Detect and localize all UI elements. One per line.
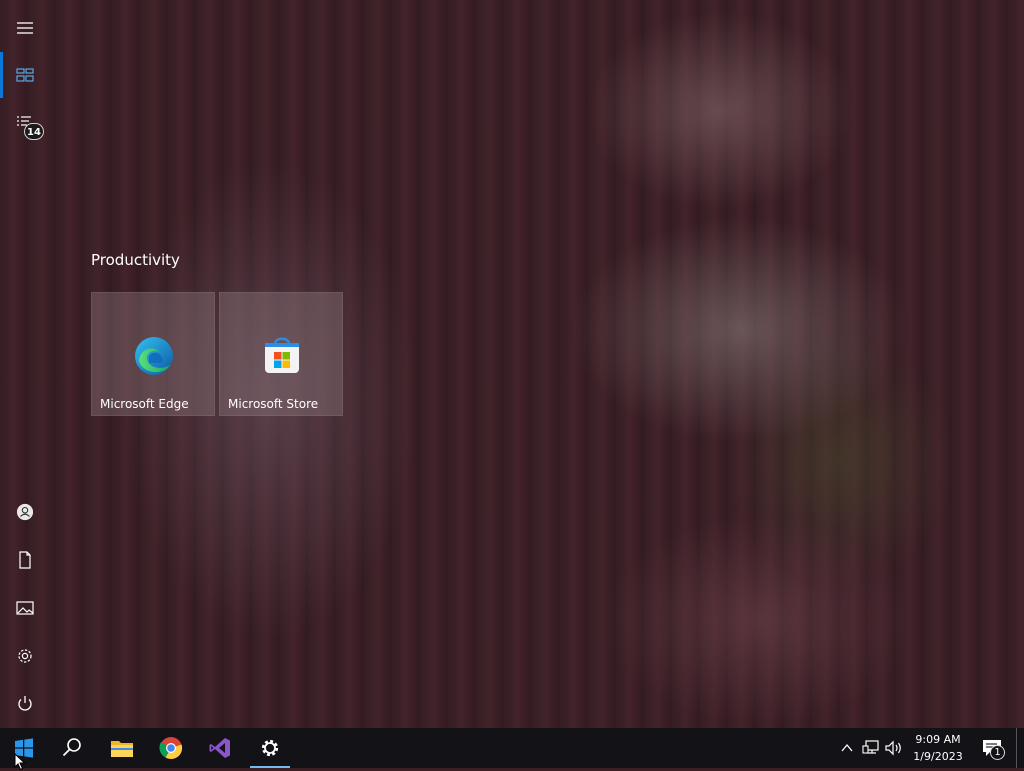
- search-button[interactable]: [48, 728, 96, 768]
- tile-label: Microsoft Edge: [100, 397, 189, 411]
- taskbar: 9:09 AM 1/9/2023 1: [0, 728, 1024, 768]
- network-button[interactable]: [860, 728, 882, 768]
- notification-count: 1: [990, 745, 1005, 760]
- folder-icon: [111, 741, 133, 757]
- edge-icon: [135, 337, 173, 375]
- mouse-cursor: [14, 753, 26, 771]
- network-icon: [862, 740, 879, 754]
- tile-microsoft-store[interactable]: Microsoft Store: [219, 292, 343, 416]
- hamburger-icon: [17, 22, 33, 34]
- tile-microsoft-edge[interactable]: Microsoft Edge: [91, 292, 215, 416]
- file-explorer-button[interactable]: [98, 728, 146, 768]
- action-center-button[interactable]: 1: [980, 728, 1006, 768]
- tiles-icon: [16, 68, 34, 82]
- all-apps-button[interactable]: 14: [0, 99, 50, 147]
- clock-time: 9:09 AM: [915, 733, 961, 746]
- visual-studio-icon: [209, 738, 230, 758]
- tile-label: Microsoft Store: [228, 397, 319, 411]
- chrome-button[interactable]: [147, 728, 195, 768]
- start-left-rail: 14: [0, 0, 50, 728]
- clock[interactable]: 9:09 AM 1/9/2023: [900, 728, 976, 768]
- store-icon: [265, 337, 299, 373]
- gear-icon: [261, 739, 279, 757]
- documents-button[interactable]: [0, 536, 50, 584]
- power-button[interactable]: [0, 680, 50, 728]
- group-title[interactable]: Productivity: [91, 251, 180, 269]
- search-icon: [62, 738, 81, 757]
- clock-date: 1/9/2023: [913, 750, 963, 763]
- gear-icon: [18, 649, 32, 663]
- picture-icon: [16, 601, 34, 615]
- chrome-icon: [159, 737, 183, 760]
- pinned-tiles-button[interactable]: [0, 51, 50, 99]
- pictures-button[interactable]: [0, 584, 50, 632]
- show-hidden-icons-button[interactable]: [838, 728, 856, 768]
- account-button[interactable]: [0, 488, 50, 536]
- show-desktop-button[interactable]: [1017, 728, 1024, 768]
- expand-menu-button[interactable]: [0, 4, 50, 52]
- all-apps-badge: 14: [24, 123, 44, 140]
- power-icon: [18, 696, 32, 711]
- settings-taskbar-button[interactable]: [246, 728, 294, 768]
- document-icon: [19, 551, 31, 569]
- user-icon: [16, 503, 34, 521]
- start-menu: 14 Productivity Microsoft Edge Microsoft…: [0, 0, 1024, 728]
- chevron-up-icon: [841, 743, 853, 752]
- settings-button[interactable]: [0, 632, 50, 680]
- visual-studio-button[interactable]: [196, 728, 244, 768]
